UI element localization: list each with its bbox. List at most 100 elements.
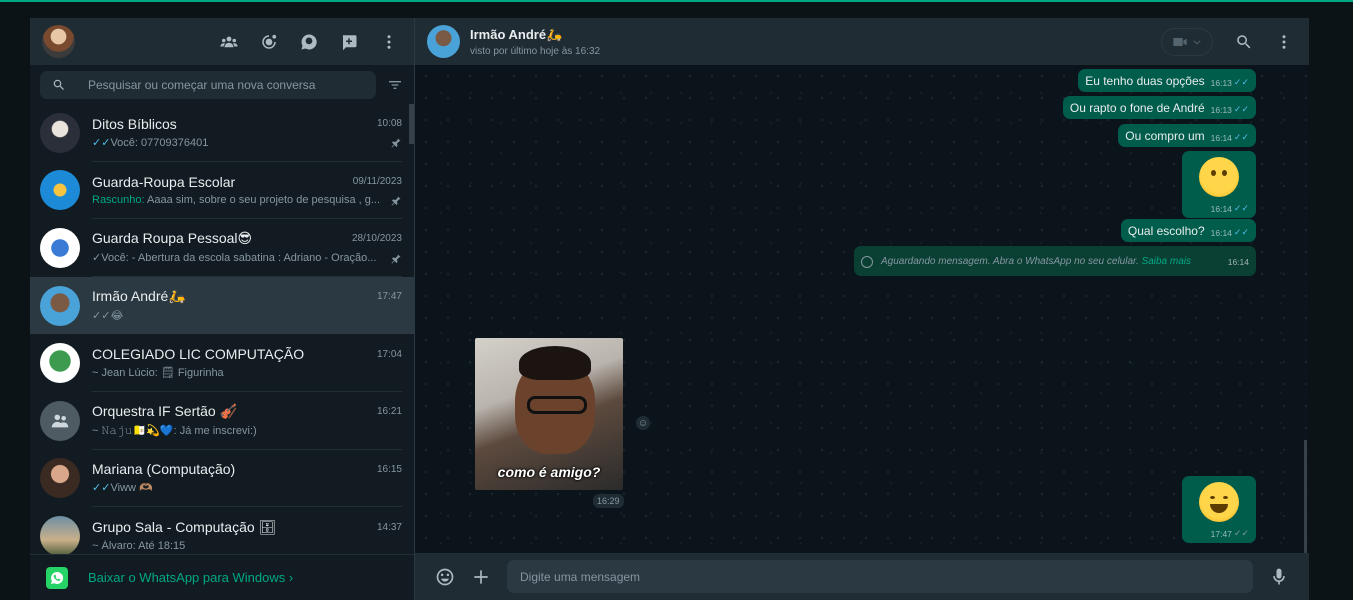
- video-call-button[interactable]: [1161, 27, 1213, 56]
- read-ticks-icon: ✓✓: [1233, 104, 1249, 114]
- message-text: Ou compro um: [1125, 129, 1205, 143]
- chat-item-guarda-roupa-pessoal[interactable]: Guarda Roupa Pessoal😎 28/10/2023 ✓Você: -…: [30, 219, 414, 277]
- chat-preview: ✓Você: - Abertura da escola sabatina : A…: [92, 252, 377, 265]
- new-chat-icon[interactable]: [340, 33, 358, 51]
- search-icon: [53, 79, 64, 90]
- chat-list-scrollbar[interactable]: [409, 104, 414, 144]
- chat-item-grupo-sala-computacao[interactable]: Grupo Sala - Computação 🗄 14:37 ~ Álvaro:…: [30, 507, 414, 554]
- microphone-icon[interactable]: [1269, 567, 1289, 587]
- sticker-caption: como é amigo?: [497, 464, 601, 480]
- chat-item-ditos-biblicos[interactable]: Ditos Bíblicos 10:08 ✓✓Você: 07709376401: [30, 104, 414, 162]
- search-messages-icon[interactable]: [1235, 33, 1253, 51]
- chat-avatar: [40, 458, 80, 499]
- message-text: Qual escolho?: [1127, 224, 1205, 238]
- contact-info[interactable]: Irmão André🛵 visto por último hoje às 16…: [470, 27, 600, 57]
- download-windows-link[interactable]: Baixar o WhatsApp para Windows ›: [88, 570, 293, 585]
- chat-item-irmao-andre[interactable]: Irmão André🛵 17:47 ✓✓😂: [30, 276, 414, 335]
- pin-icon: [390, 194, 402, 206]
- communities-icon[interactable]: [220, 33, 238, 51]
- outgoing-message[interactable]: Eu tenho duas opções 16:13 ✓✓: [1078, 69, 1256, 92]
- delivered-ticks-icon: ✓✓: [1233, 528, 1249, 538]
- chat-name: Grupo Sala - Computação 🗄: [92, 518, 277, 535]
- pin-icon: [390, 136, 402, 148]
- chat-name: Ditos Bíblicos: [92, 115, 177, 132]
- whatsapp-web-app: Ditos Bíblicos10:08 ✓✓Você: 07709376401 …: [30, 18, 1309, 600]
- contact-avatar[interactable]: [427, 25, 460, 58]
- chat-preview: ✓✓Viww 🫶🏽: [92, 482, 153, 495]
- download-windows-banner[interactable]: Baixar o WhatsApp para Windows ›: [30, 554, 414, 600]
- pending-text: Aguardando mensagem. Abra o WhatsApp no …: [881, 256, 1191, 267]
- message-meta: 16:14 ✓✓: [1210, 227, 1249, 238]
- conversation-menu-icon[interactable]: [1275, 33, 1293, 51]
- my-profile-avatar[interactable]: [42, 25, 75, 58]
- sidebar: Ditos Bíblicos10:08 ✓✓Você: 07709376401 …: [30, 18, 415, 600]
- chat-name: COLEGIADO LIC COMPUTAÇÃO: [92, 346, 305, 363]
- chat-item-mariana-computacao[interactable]: Mariana (Computação) 16:15 ✓✓Viww 🫶🏽: [30, 450, 414, 508]
- learn-more-link[interactable]: Saiba mais: [1142, 256, 1191, 267]
- chat-name: Guarda Roupa Pessoal😎: [92, 230, 253, 247]
- video-camera-icon: [1173, 37, 1187, 46]
- chat-time: 10:08: [376, 118, 402, 130]
- outgoing-message[interactable]: Ou compro um 16:14 ✓✓: [1118, 124, 1256, 147]
- emoji-icon[interactable]: [435, 567, 455, 587]
- search-box[interactable]: [40, 70, 376, 99]
- outgoing-emoji-message[interactable]: 17:47 ✓✓: [1182, 476, 1256, 543]
- pending-message[interactable]: Aguardando mensagem. Abra o WhatsApp no …: [854, 246, 1256, 276]
- outgoing-emoji-message[interactable]: 16:14 ✓✓: [1182, 151, 1256, 218]
- chat-name: Orquestra IF Sertão 🎻: [92, 402, 238, 419]
- message-area[interactable]: Eu tenho duas opções 16:13 ✓✓ Ou rapto o …: [415, 65, 1309, 553]
- message-meta: 16:14 ✓✓: [1210, 132, 1249, 143]
- chat-avatar: [40, 112, 80, 153]
- chat-time: 17:04: [376, 348, 402, 360]
- message-input-box[interactable]: [507, 560, 1253, 593]
- channels-icon[interactable]: [300, 33, 318, 51]
- outgoing-message[interactable]: Qual escolho? 16:14 ✓✓: [1120, 219, 1256, 242]
- chat-item-colegiado-lic-computacao[interactable]: COLEGIADO LIC COMPUTAÇÃO 17:04 ~ Jean Lúc…: [30, 334, 414, 392]
- menu-icon[interactable]: [380, 33, 398, 51]
- conversation-header[interactable]: Irmão André🛵 visto por último hoje às 16…: [415, 18, 1309, 65]
- conversation-panel: Irmão André🛵 visto por último hoje às 16…: [415, 18, 1309, 600]
- chat-name: Mariana (Computação): [92, 461, 236, 478]
- read-ticks-icon: ✓✓: [1233, 203, 1249, 213]
- chevron-down-icon: [1193, 39, 1201, 44]
- message-composer: [415, 553, 1309, 600]
- chat-preview: ~ Álvaro: Até 18:15: [92, 539, 186, 552]
- contact-name: Irmão André🛵: [470, 26, 563, 42]
- react-emoji-icon[interactable]: ☺: [636, 416, 650, 430]
- chat-preview: ~ Jean Lúcio: 🗒 Figurinha: [92, 367, 224, 380]
- chat-item-guarda-roupa-escolar[interactable]: Guarda-Roupa Escolar 09/11/2023 Rascunho:…: [30, 162, 414, 220]
- tears-of-joy-emoji: [1199, 482, 1239, 522]
- message-meta: 16:13 ✓✓: [1210, 104, 1249, 115]
- chat-list: Ditos Bíblicos 10:08 ✓✓Você: 07709376401 …: [30, 104, 414, 554]
- delivered-ticks-icon: ✓✓: [92, 310, 111, 323]
- chat-item-orquestra-if-sertao[interactable]: Orquestra IF Sertão 🎻 16:21 ~ 𝙽𝚊𝚓𝚞🇻🇦💫💙: J…: [30, 392, 414, 450]
- chat-avatar: [40, 170, 80, 211]
- chat-time: 14:37: [376, 521, 402, 533]
- message-meta: 17:47 ✓✓: [1210, 528, 1249, 539]
- attach-plus-icon[interactable]: [471, 567, 491, 587]
- chat-time: 09/11/2023: [352, 176, 402, 188]
- chat-avatar: [40, 400, 80, 441]
- status-icon[interactable]: [260, 33, 278, 51]
- read-ticks-icon: ✓✓: [1233, 132, 1249, 142]
- clock-icon: [861, 255, 873, 268]
- search-input[interactable]: [88, 77, 328, 92]
- chat-preview: Rascunho: Aaaa sim, sobre o seu projeto …: [92, 193, 381, 206]
- received-sticker[interactable]: como é amigo?: [475, 338, 623, 490]
- message-scrollbar[interactable]: [1304, 440, 1307, 553]
- filter-icon[interactable]: [386, 76, 404, 94]
- chat-time: 17:47: [376, 291, 402, 303]
- pin-icon: [390, 252, 402, 264]
- sticker-time: 16:29: [593, 494, 624, 508]
- chat-preview: ~ 𝙽𝚊𝚓𝚞🇻🇦💫💙: Já me inscrevi:): [92, 424, 257, 437]
- chat-time: 16:15: [376, 463, 402, 475]
- read-ticks-icon: ✓✓: [1233, 227, 1249, 237]
- message-input[interactable]: [520, 569, 1240, 584]
- chat-preview: ✓✓😂: [92, 310, 124, 323]
- outgoing-message[interactable]: Ou rapto o fone de André 16:13 ✓✓: [1062, 96, 1256, 119]
- message-meta: 16:13 ✓✓: [1210, 77, 1249, 88]
- read-ticks-icon: ✓✓: [92, 482, 111, 495]
- sent-tick-icon: ✓: [92, 252, 102, 265]
- chat-avatar: [40, 285, 80, 326]
- window-top-accent: [0, 0, 1353, 2]
